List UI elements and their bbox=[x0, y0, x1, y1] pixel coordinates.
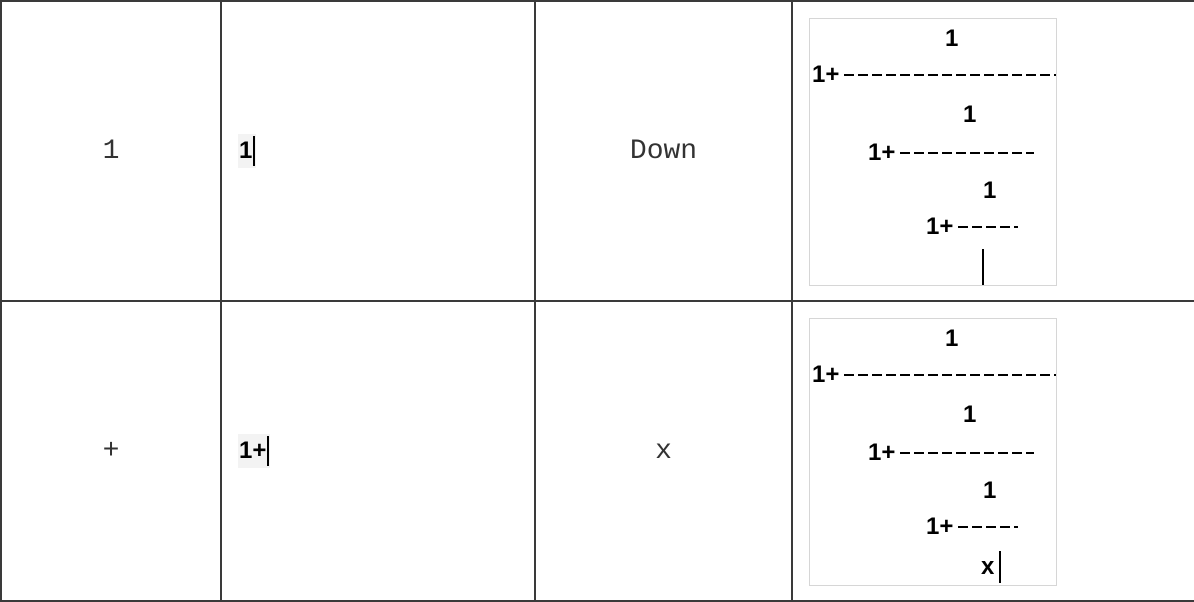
denominator-prefix-3: 1+ bbox=[926, 213, 954, 240]
result-cell: 1 1+ 1 1+ 1 1+ x bbox=[791, 300, 1194, 602]
typed-expression[interactable]: 1+ bbox=[238, 434, 271, 468]
keystroke-cell: + bbox=[0, 300, 222, 602]
numerator-3: 1 bbox=[983, 177, 997, 204]
fraction-bar-1 bbox=[844, 374, 1056, 376]
numerator-2: 1 bbox=[963, 401, 977, 428]
numerator-1: 1 bbox=[945, 25, 959, 52]
continued-fraction-display[interactable]: 1 1+ 1 1+ 1 1+ bbox=[809, 18, 1057, 286]
result-cell: 1 1+ 1 1+ 1 1+ bbox=[791, 0, 1194, 302]
denominator-prefix-2: 1+ bbox=[868, 439, 896, 466]
fraction-bar-1 bbox=[844, 74, 1056, 76]
typed-text: 1 bbox=[239, 137, 253, 164]
keystroke-cell: 1 bbox=[0, 0, 222, 302]
denominator-prefix-2: 1+ bbox=[868, 139, 896, 166]
innermost-term: x bbox=[981, 553, 995, 580]
denominator-prefix-3: 1+ bbox=[926, 513, 954, 540]
numerator-3: 1 bbox=[983, 477, 997, 504]
table-row: + 1+ x 1 1+ 1 1+ 1 1+ x bbox=[0, 300, 1194, 602]
fraction-bar-3 bbox=[958, 526, 1018, 528]
next-keystroke-cell: Down bbox=[534, 0, 793, 302]
text-caret bbox=[253, 136, 256, 166]
text-caret bbox=[267, 436, 270, 466]
typed-input-cell: 1 bbox=[220, 0, 536, 302]
fraction-bar-2 bbox=[900, 452, 1034, 454]
denominator-prefix-1: 1+ bbox=[812, 61, 840, 88]
typed-expression[interactable]: 1 bbox=[238, 134, 257, 168]
typed-text: 1+ bbox=[239, 437, 267, 464]
keystroke-table: 1 1 Down 1 1+ 1 1+ 1 1+ + 1+ x 1 1+ 1 1+… bbox=[0, 0, 1194, 602]
numerator-2: 1 bbox=[963, 101, 977, 128]
fraction-bar-2 bbox=[900, 152, 1034, 154]
typed-input-cell: 1+ bbox=[220, 300, 536, 602]
denominator-prefix-1: 1+ bbox=[812, 361, 840, 388]
text-caret bbox=[982, 249, 984, 285]
fraction-bar-3 bbox=[958, 226, 1018, 228]
table-row: 1 1 Down 1 1+ 1 1+ 1 1+ bbox=[0, 0, 1194, 302]
numerator-1: 1 bbox=[945, 325, 959, 352]
text-caret bbox=[999, 551, 1001, 583]
next-keystroke-cell: x bbox=[534, 300, 793, 602]
continued-fraction-display[interactable]: 1 1+ 1 1+ 1 1+ x bbox=[809, 318, 1057, 586]
